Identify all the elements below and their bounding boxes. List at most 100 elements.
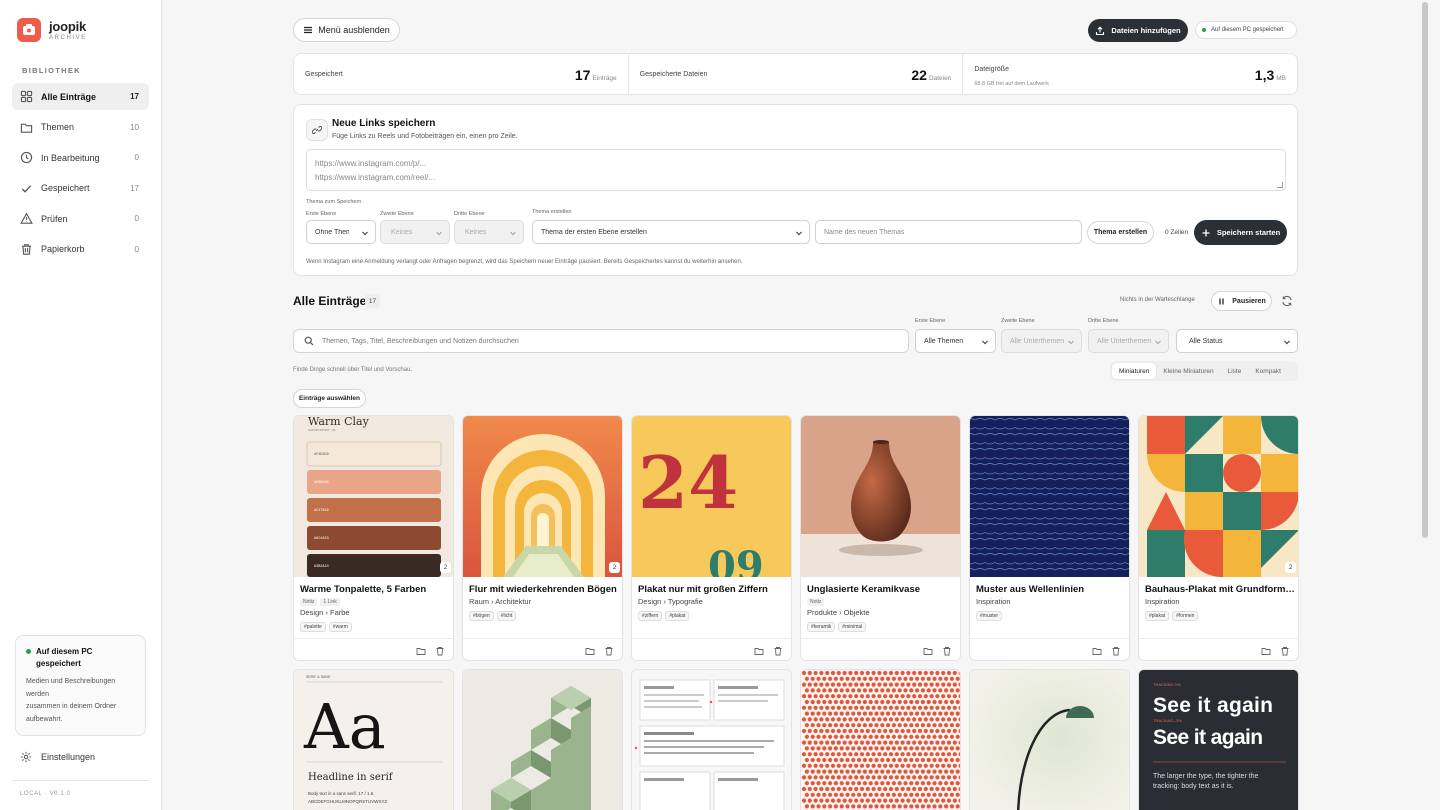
delete-icon[interactable] <box>942 646 952 656</box>
swatch-code: #E9A588 <box>314 481 329 485</box>
delete-icon[interactable] <box>773 646 783 656</box>
entry-card[interactable]: 2 Bauhaus-Plakat mit Grundformen Inspira… <box>1138 415 1299 661</box>
status-filter-select[interactable]: Alle Status <box>1176 329 1298 353</box>
entry-thumbnail[interactable] <box>801 416 960 577</box>
sidebar-item-review[interactable]: Prüfen 0 <box>12 205 149 232</box>
pause-button[interactable]: Pausieren <box>1211 291 1272 311</box>
level3-select[interactable]: Keines <box>454 220 524 244</box>
tag[interactable]: #licht <box>496 611 517 621</box>
delete-icon[interactable] <box>435 646 445 656</box>
chevron-down-icon <box>435 229 443 237</box>
chevron-down-icon <box>795 229 803 237</box>
entry-card[interactable] <box>631 669 792 810</box>
toggle-menu-button[interactable]: Menü ausblenden <box>293 18 400 42</box>
entry-thumbnail[interactable]: 2 <box>463 416 622 577</box>
entry-card[interactable] <box>800 669 961 810</box>
entry-category: Design › Typografie <box>638 597 703 606</box>
delete-icon[interactable] <box>1280 646 1290 656</box>
entry-title: Plakat nur mit großen Ziffern <box>638 584 768 595</box>
tag[interactable]: #palette <box>300 622 326 632</box>
move-folder-icon[interactable] <box>416 646 426 656</box>
delete-icon[interactable] <box>1111 646 1121 656</box>
sidebar-item-saved[interactable]: Gespeichert 17 <box>12 175 149 202</box>
scrollbar[interactable] <box>1422 2 1428 538</box>
entry-category: Inspiration <box>976 597 1011 606</box>
sidebar-item-count: 0 <box>134 153 139 162</box>
settings-link[interactable]: Einstellungen <box>20 751 95 763</box>
view-small-thumbnails[interactable]: Kleine Miniaturen <box>1156 363 1220 379</box>
entry-card[interactable]: 2 Flur mit wiederkehrenden Bögen Raum › … <box>462 415 623 661</box>
view-compact[interactable]: Kompakt <box>1248 363 1288 379</box>
sidebar: joopik ARCHIVE BIBLIOTHEK Alle Einträge … <box>0 0 162 810</box>
move-folder-icon[interactable] <box>585 646 595 656</box>
move-folder-icon[interactable] <box>1092 646 1102 656</box>
entry-card[interactable]: Warm Clay COLOR STUDY · 01 #F4E8D9 #E9A5… <box>293 415 454 661</box>
new-theme-name-input[interactable]: Name des neuen Themas <box>815 220 1082 244</box>
sidebar-divider <box>12 780 149 781</box>
view-mode-switcher: Miniaturen Kleine Miniaturen Liste Kompa… <box>1110 361 1298 381</box>
tag[interactable]: #formen <box>1172 611 1199 621</box>
chevron-down-icon <box>1283 338 1291 346</box>
tag[interactable]: #bögen <box>469 611 494 621</box>
entry-card[interactable]: Muster aus Wellenlinien Inspiration #mus… <box>969 415 1130 661</box>
level1-select[interactable]: Ohne Thema <box>306 220 376 244</box>
stat-size: Dateigröße 68,8 GB frei auf dem Laufwerk… <box>963 54 1297 94</box>
theme-filter-select[interactable]: Alle Themen <box>915 329 996 353</box>
filter2-label: Zweite Ebene <box>1001 318 1035 324</box>
links-textarea[interactable]: https://www.instagram.com/p/... https://… <box>306 149 1286 191</box>
entry-thumbnail[interactable]: Warm Clay COLOR STUDY · 01 #F4E8D9 #E9A5… <box>294 416 453 577</box>
select-entries-button[interactable]: Einträge auswählen <box>293 389 366 408</box>
chevron-down-icon <box>361 229 369 237</box>
entry-thumbnail[interactable]: 24 09 <box>632 416 791 577</box>
tag[interactable]: #minimal <box>838 622 867 632</box>
swatch-code: #C27049 <box>314 509 329 513</box>
stat-files: Gespeicherte Dateien 22 Dateien <box>629 54 964 94</box>
grid-icon <box>20 90 33 103</box>
view-list[interactable]: Liste <box>1221 363 1249 379</box>
entry-thumbnail[interactable]: 2 <box>1139 416 1298 577</box>
tag[interactable]: #plakat <box>665 611 690 621</box>
sidebar-item-trash[interactable]: Papierkorb 0 <box>12 236 149 263</box>
entry-thumbnail[interactable] <box>970 416 1129 577</box>
third-level-filter-select[interactable]: Alle Unterthemen <box>1088 329 1169 353</box>
search-input[interactable]: Themen, Tags, Titel, Beschreibungen und … <box>293 329 909 353</box>
level2-select[interactable]: Keines <box>380 220 450 244</box>
delete-icon[interactable] <box>604 646 614 656</box>
entry-card[interactable]: 24 09 Plakat nur mit großen Ziffern Desi… <box>631 415 792 661</box>
move-folder-icon[interactable] <box>754 646 764 656</box>
refresh-icon[interactable] <box>1281 295 1293 307</box>
view-thumbnails[interactable]: Miniaturen <box>1112 363 1157 379</box>
entry-card[interactable]: SERIF & SANS Aa Headline in serif Body t… <box>293 669 454 810</box>
entry-card[interactable]: TRACKING 0% See it again TRACKING -3% Se… <box>1138 669 1299 810</box>
resize-handle[interactable] <box>1277 182 1283 188</box>
media-count-badge: 2 <box>1285 562 1296 573</box>
palette-subtitle: COLOR STUDY · 01 <box>308 428 336 432</box>
entry-title: Warme Tonpalette, 5 Farben <box>300 584 427 595</box>
create-theme-select[interactable]: Thema der ersten Ebene erstellen <box>532 220 810 244</box>
tag[interactable]: #plakat <box>1145 611 1170 621</box>
stat-value: 1,3 MB <box>1254 67 1287 83</box>
add-files-button[interactable]: Dateien hinzufügen <box>1088 19 1188 42</box>
subtheme-filter-select[interactable]: Alle Unterthemen <box>1001 329 1082 353</box>
sidebar-item-themes[interactable]: Themen 10 <box>12 114 149 141</box>
version-label: LOCAL · V0.1.0 <box>20 791 71 797</box>
tag[interactable]: #warm <box>328 622 352 632</box>
stat-label: Dateigröße <box>974 66 1009 73</box>
entry-category: Raum › Architektur <box>469 597 532 606</box>
brand-logo[interactable]: joopik ARCHIVE <box>17 18 87 42</box>
create-theme-button[interactable]: Thema erstellen <box>1087 221 1154 244</box>
entry-card[interactable] <box>969 669 1130 810</box>
tag[interactable]: #muster <box>976 611 1003 621</box>
entry-card[interactable] <box>462 669 623 810</box>
move-folder-icon[interactable] <box>1261 646 1271 656</box>
sidebar-item-in-progress[interactable]: In Bearbeitung 0 <box>12 144 149 171</box>
upload-icon <box>1095 26 1105 36</box>
entry-card[interactable]: Unglasierte Keramikvase Notiz Produkte ›… <box>800 415 961 661</box>
tag[interactable]: #ziffern <box>638 611 663 621</box>
move-folder-icon[interactable] <box>923 646 933 656</box>
sidebar-item-all-entries[interactable]: Alle Einträge 17 <box>12 83 149 110</box>
tag[interactable]: #keramik <box>807 622 836 632</box>
start-saving-button[interactable]: Speichern starten <box>1194 220 1287 245</box>
settings-label: Einstellungen <box>41 752 96 762</box>
swatch-code: #3B2A24 <box>314 565 329 569</box>
